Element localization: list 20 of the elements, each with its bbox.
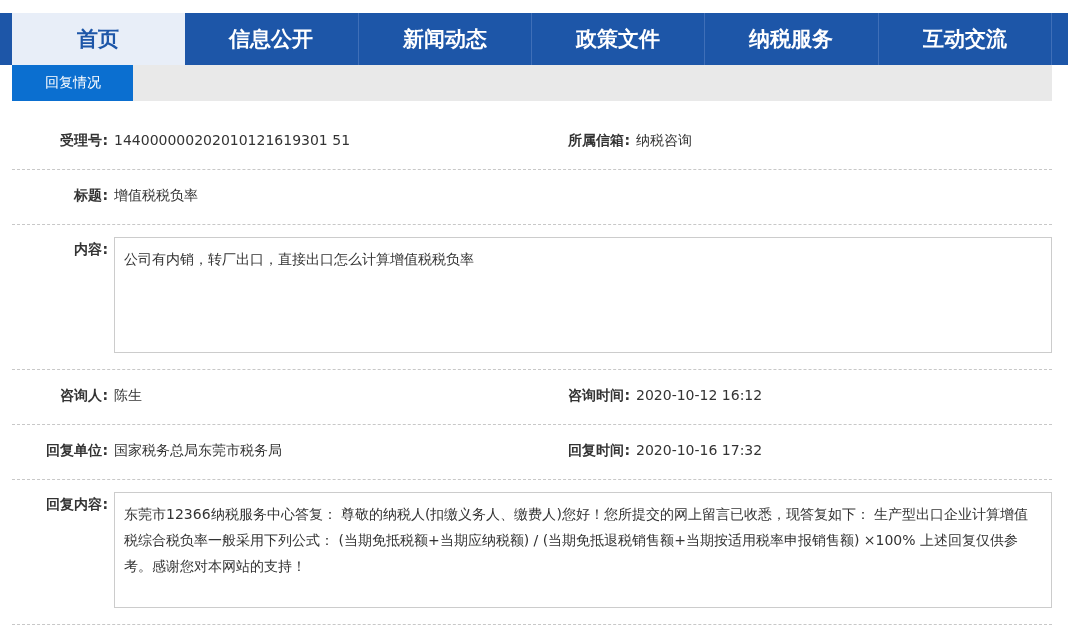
- field-label: 回复内容:: [45, 495, 108, 514]
- text-area: 公司有内销，转厂出口，直接出口怎么计算增值税税负率: [114, 237, 1052, 353]
- field-value: 2020-10-12 16:12: [636, 386, 763, 405]
- field-label: 内容:: [73, 240, 108, 259]
- field-label: 咨询人:: [59, 386, 108, 405]
- text-area: 东莞市12366纳税服务中心答复： 尊敬的纳税人(扣缴义务人、缴费人)您好！您所提交的网上留言已收悉，现答复如下： 生产型出口企业计算增值税综合税负率一般采用下列公式： (当期免抵税额+当期应纳税额) / (当期免抵退税销售额+当期按适用税率申报销售额) ×100% 上述回复仅供参考。感谢您对本网站的支持！: [114, 492, 1052, 608]
- field-value: 国家税务总局东莞市税务局: [114, 441, 282, 460]
- field-value: 纳税咨询: [636, 131, 692, 150]
- field-value: 2020-10-16 17:32: [636, 441, 763, 460]
- nav-tab[interactable]: 首页: [12, 13, 186, 65]
- section-tab[interactable]: 回复情况: [12, 65, 133, 101]
- field-label: 回复单位:: [45, 441, 108, 460]
- field-value: 增值税税负率: [114, 186, 198, 205]
- field-label: 标题:: [73, 186, 108, 205]
- field-label: 所属信箱:: [567, 131, 630, 150]
- field-label: 咨询时间:: [567, 386, 630, 405]
- field-label: 回复时间:: [567, 441, 630, 460]
- field-label: 受理号:: [59, 131, 108, 150]
- field-value: 144000000202010121619301 51: [114, 131, 351, 150]
- field-value: 陈生: [114, 386, 142, 405]
